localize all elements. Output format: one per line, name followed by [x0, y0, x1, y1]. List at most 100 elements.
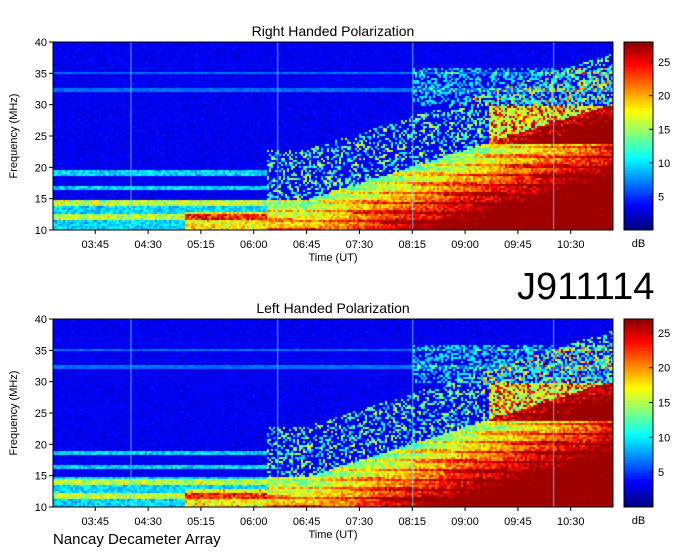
figure: J911114 Nancay Decameter Array Right Han…	[8, 23, 670, 548]
colorbar-tick-label: 15	[658, 124, 670, 136]
colorbar-step	[624, 85, 653, 90]
colorbar-step	[624, 441, 653, 445]
x-tick-label: 09:00	[451, 516, 479, 528]
colorbar-step	[624, 70, 653, 74]
colorbar-tick-label: 20	[658, 91, 670, 103]
y-tick-label: 30	[35, 377, 47, 389]
colorbar-step	[624, 387, 653, 392]
x-tick-label: 08:15	[398, 516, 426, 528]
y-tick-label: 30	[35, 100, 47, 112]
x-tick-label: 07:30	[346, 239, 374, 251]
colorbar-step	[624, 136, 653, 140]
colorbar-step	[624, 344, 653, 348]
colorbar-tick-label: 5	[658, 191, 664, 203]
colorbar-step	[624, 378, 653, 383]
colorbar-step	[624, 67, 653, 71]
colorbar-step	[624, 328, 653, 333]
colorbar-step	[624, 167, 653, 171]
panel-left-polarization: Left Handed Polarization 10 15 20 25 30 35 40 Fr…	[8, 300, 670, 541]
colorbar-label: dB	[632, 515, 645, 527]
colorbar-step	[624, 362, 653, 367]
colorbar-step	[624, 375, 653, 380]
colorbar-step	[624, 201, 653, 206]
y-tick-label: 10	[35, 225, 47, 237]
x-tick-label: 08:15	[398, 239, 426, 251]
x-tick-label: 09:00	[451, 239, 479, 251]
y-tick-label: 15	[35, 471, 47, 483]
colorbar-step	[624, 151, 653, 156]
colorbar-step	[624, 214, 653, 218]
colorbar-step	[624, 463, 653, 467]
x-tick-label: 05:15	[187, 516, 215, 528]
colorbar-step	[624, 63, 653, 68]
x-axis-label: Time (UT)	[308, 529, 357, 541]
colorbar-step	[624, 142, 653, 146]
colorbar-step	[624, 117, 653, 121]
x-tick-label: 06:45	[293, 516, 321, 528]
colorbar-step	[624, 497, 653, 502]
colorbar-step	[624, 409, 653, 414]
colorbar-tick-label: 10	[658, 432, 670, 444]
colorbar-step	[624, 416, 653, 420]
y-tick-label: 20	[35, 439, 47, 451]
colorbar-step	[624, 478, 653, 483]
colorbar-step	[624, 195, 653, 200]
colorbar-step	[624, 217, 653, 222]
spectrogram	[53, 42, 613, 230]
colorbar-tick-label: 15	[658, 398, 670, 410]
colorbar-step	[624, 42, 653, 46]
x-tick-label: 06:00	[240, 516, 268, 528]
colorbar-step	[624, 45, 653, 49]
y-tick-label: 35	[35, 68, 47, 80]
colorbar-step	[624, 384, 653, 389]
colorbar-step	[624, 170, 653, 175]
colorbar-step	[624, 475, 653, 480]
colorbar-step	[624, 189, 653, 193]
colorbar-step	[624, 372, 653, 376]
colorbar-step	[624, 325, 653, 329]
colorbar-tick-label: 25	[658, 328, 670, 340]
colorbar-step	[624, 356, 653, 361]
colorbar-step	[624, 485, 653, 489]
colorbar-step	[624, 148, 653, 153]
colorbar-step	[624, 466, 653, 470]
colorbar-step	[624, 161, 653, 165]
colorbar-step	[624, 220, 653, 225]
colorbar-step	[624, 48, 653, 52]
x-axis-label: Time (UT)	[308, 252, 357, 264]
colorbar-step	[624, 319, 653, 323]
colorbar-step	[624, 350, 653, 354]
colorbar-step	[624, 340, 653, 345]
colorbar-step	[624, 192, 653, 197]
colorbar-step	[624, 353, 653, 358]
colorbar-step	[624, 98, 653, 103]
colorbar: 5 10 15 20 25 dB	[623, 318, 670, 527]
y-tick-label: 40	[35, 314, 47, 326]
colorbar-step	[624, 95, 653, 99]
colorbar-step	[624, 397, 653, 401]
y-tick-label: 25	[35, 408, 47, 420]
colorbar-step	[624, 173, 653, 178]
colorbar-step	[624, 494, 653, 499]
colorbar-step	[624, 145, 653, 150]
figure-id-label: J911114	[517, 266, 654, 308]
colorbar-step	[624, 419, 653, 423]
spectrogram	[53, 319, 613, 507]
colorbar-step	[624, 211, 653, 215]
colorbar-step	[624, 110, 653, 115]
colorbar-step	[624, 179, 653, 184]
colorbar-step	[624, 491, 653, 495]
colorbar-step	[624, 73, 653, 77]
colorbar-step	[624, 428, 653, 433]
y-axis-label: Frequency (MHz)	[8, 94, 20, 179]
colorbar-step	[624, 453, 653, 458]
colorbar-step	[624, 381, 653, 386]
colorbar-step	[624, 101, 653, 106]
x-tick-label: 09:45	[504, 239, 532, 251]
x-tick-label: 06:45	[293, 239, 321, 251]
colorbar-step	[624, 359, 653, 364]
colorbar-step	[624, 89, 653, 93]
colorbar-step	[624, 176, 653, 181]
colorbar-tick-label: 5	[658, 467, 664, 479]
colorbar-step	[624, 183, 653, 187]
